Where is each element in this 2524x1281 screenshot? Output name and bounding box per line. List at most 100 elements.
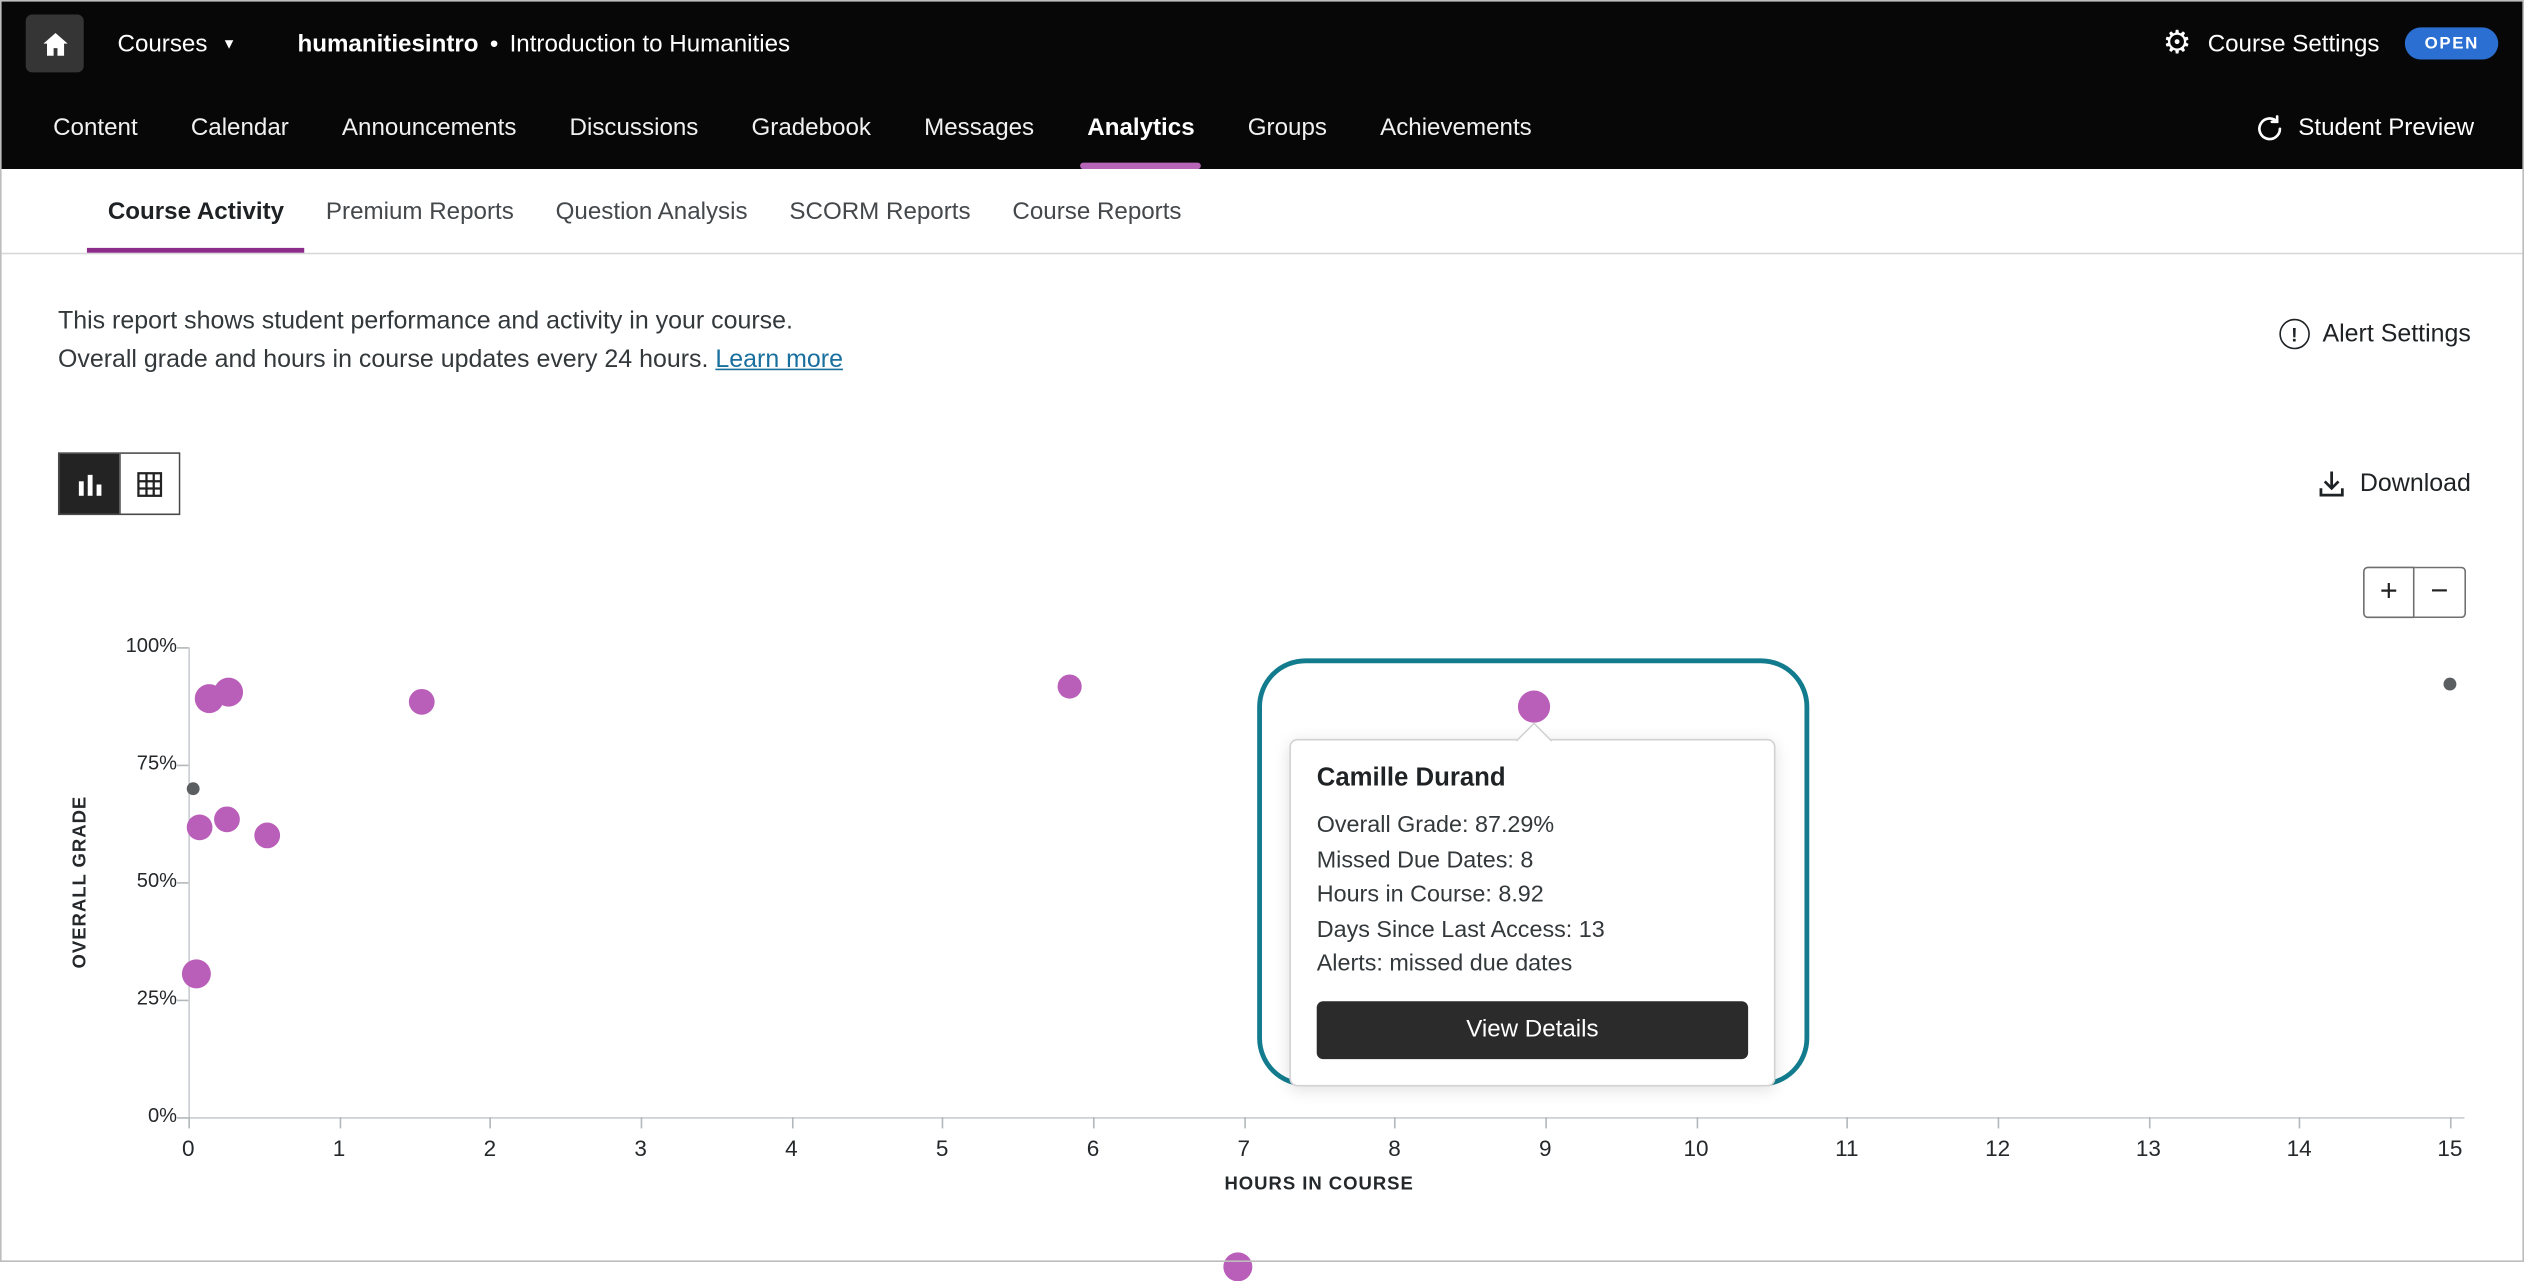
view-details-button[interactable]: View Details [1317, 1000, 1748, 1058]
courses-label: Courses [118, 30, 208, 57]
x-tick [1696, 1117, 1698, 1128]
x-tick [2450, 1117, 2452, 1128]
data-point[interactable] [215, 806, 241, 832]
x-tick [641, 1117, 643, 1128]
y-tick [177, 1117, 188, 1119]
tooltip-stat: Alerts: missed due dates [1317, 948, 1748, 983]
subnav-tab-premium-reports[interactable]: Premium Reports [305, 169, 535, 253]
data-point[interactable] [2444, 678, 2457, 691]
x-tick [2299, 1117, 2301, 1128]
alert-settings-button[interactable]: ! Alert Settings [2279, 319, 2471, 350]
view-toggle [58, 452, 180, 515]
x-tick [490, 1117, 492, 1128]
tooltip-stat: Days Since Last Access: 13 [1317, 913, 1748, 948]
zoom-out-button[interactable]: − [2415, 567, 2467, 619]
table-view-button[interactable] [119, 454, 179, 514]
main-nav-tabs: Content Calendar Announcements Discussions G… [50, 87, 1582, 169]
x-tick-label: 3 [608, 1135, 672, 1161]
x-tick-label: 7 [1212, 1135, 1276, 1161]
zoom-in-button[interactable]: + [2363, 567, 2415, 619]
x-tick-label: 4 [759, 1135, 823, 1161]
chart-area: + − 0%25%50%75%100%012345678910111213141… [0, 513, 2524, 1262]
x-tick-label: 13 [2116, 1135, 2180, 1161]
chart-view-button[interactable] [60, 454, 120, 514]
x-tick-label: 8 [1362, 1135, 1426, 1161]
data-point[interactable] [186, 782, 199, 795]
nav-tab-label: Messages [924, 114, 1034, 141]
nav-tab-calendar[interactable]: Calendar [188, 87, 292, 169]
top-bar-right: ⚙ Course Settings OPEN [2163, 27, 2499, 59]
y-tick-label: 50% [87, 869, 177, 892]
nav-tab-messages[interactable]: Messages [921, 87, 1038, 169]
tooltip-stat: Hours in Course: 8.92 [1317, 879, 1748, 914]
learn-more-link[interactable]: Learn more [715, 346, 843, 373]
nav-tab-label: Groups [1248, 114, 1327, 141]
x-tick [188, 1117, 190, 1128]
x-tick-label: 1 [307, 1135, 371, 1161]
nav-tab-discussions[interactable]: Discussions [566, 87, 701, 169]
description-line-2-text: Overall grade and hours in course update… [58, 346, 708, 373]
courses-dropdown[interactable]: Courses ▼ [118, 30, 237, 57]
x-tick-label: 5 [910, 1135, 974, 1161]
home-button[interactable] [26, 14, 84, 72]
report-description: This report shows student performance an… [0, 254, 2524, 380]
nav-tab-label: Gradebook [751, 114, 870, 141]
subnav-tab-scorm-reports[interactable]: SCORM Reports [769, 169, 992, 253]
course-breadcrumb: humanitiesintro • Introduction to Humani… [297, 30, 790, 57]
chevron-down-icon: ▼ [222, 35, 236, 51]
y-tick [177, 647, 188, 649]
x-tick-label: 6 [1061, 1135, 1125, 1161]
nav-tab-achievements[interactable]: Achievements [1377, 87, 1535, 169]
home-icon [39, 28, 70, 59]
x-tick-label: 10 [1664, 1135, 1728, 1161]
description-line-2: Overall grade and hours in course update… [58, 341, 2466, 380]
nav-tab-content[interactable]: Content [50, 87, 141, 169]
alert-settings-label: Alert Settings [2322, 320, 2470, 349]
y-axis-title: OVERALL GRADE [71, 796, 90, 969]
x-axis-line [188, 1117, 2464, 1119]
nav-tab-gradebook[interactable]: Gradebook [748, 87, 874, 169]
zoom-controls: + − [2363, 567, 2466, 619]
nav-tab-label: Announcements [342, 114, 517, 141]
subnav-tab-question-analysis[interactable]: Question Analysis [535, 169, 769, 253]
nav-tab-label: Content [53, 114, 138, 141]
y-tick-label: 75% [87, 752, 177, 775]
chart-toolbar: Download [0, 454, 2524, 514]
nav-tab-label: Discussions [570, 114, 699, 141]
subnav-tab-course-activity[interactable]: Course Activity [87, 169, 305, 253]
nav-tab-groups[interactable]: Groups [1245, 87, 1331, 169]
course-title: Introduction to Humanities [510, 30, 791, 57]
data-point[interactable] [181, 959, 210, 988]
data-point[interactable] [409, 688, 435, 714]
student-tooltip: Camille Durand Overall Grade: 87.29%Miss… [1289, 739, 1775, 1086]
refresh-icon [2255, 113, 2284, 142]
student-preview-button[interactable]: Student Preview [2255, 87, 2474, 169]
table-icon [135, 469, 164, 498]
nav-tab-announcements[interactable]: Announcements [339, 87, 520, 169]
gear-icon: ⚙ [2163, 27, 2192, 59]
y-tick [177, 1000, 188, 1002]
data-point-partial[interactable] [1223, 1252, 1252, 1281]
course-settings-link[interactable]: Course Settings [2208, 30, 2380, 57]
y-tick-label: 25% [87, 987, 177, 1010]
x-tick-label: 0 [156, 1135, 220, 1161]
tooltip-stat: Missed Due Dates: 8 [1317, 844, 1748, 879]
x-tick [1847, 1117, 1849, 1128]
download-button[interactable]: Download [2316, 468, 2470, 499]
data-point[interactable] [1058, 675, 1082, 699]
nav-tab-label: Analytics [1087, 114, 1194, 141]
x-tick-label: 11 [1815, 1135, 1879, 1161]
download-label: Download [2360, 469, 2471, 498]
y-tick-label: 0% [87, 1104, 177, 1127]
bar-chart-icon [75, 469, 104, 498]
data-point[interactable] [215, 677, 244, 706]
x-tick-label: 2 [458, 1135, 522, 1161]
separator-dot: • [490, 30, 498, 57]
active-nav-underline [1081, 163, 1201, 169]
data-point[interactable] [254, 822, 280, 848]
nav-tab-analytics[interactable]: Analytics [1084, 87, 1198, 169]
subnav-tab-course-reports[interactable]: Course Reports [991, 169, 1202, 253]
x-tick [942, 1117, 944, 1128]
data-point-highlighted[interactable] [1517, 691, 1549, 723]
top-bar: Courses ▼ humanitiesintro • Introduction… [0, 0, 2524, 87]
